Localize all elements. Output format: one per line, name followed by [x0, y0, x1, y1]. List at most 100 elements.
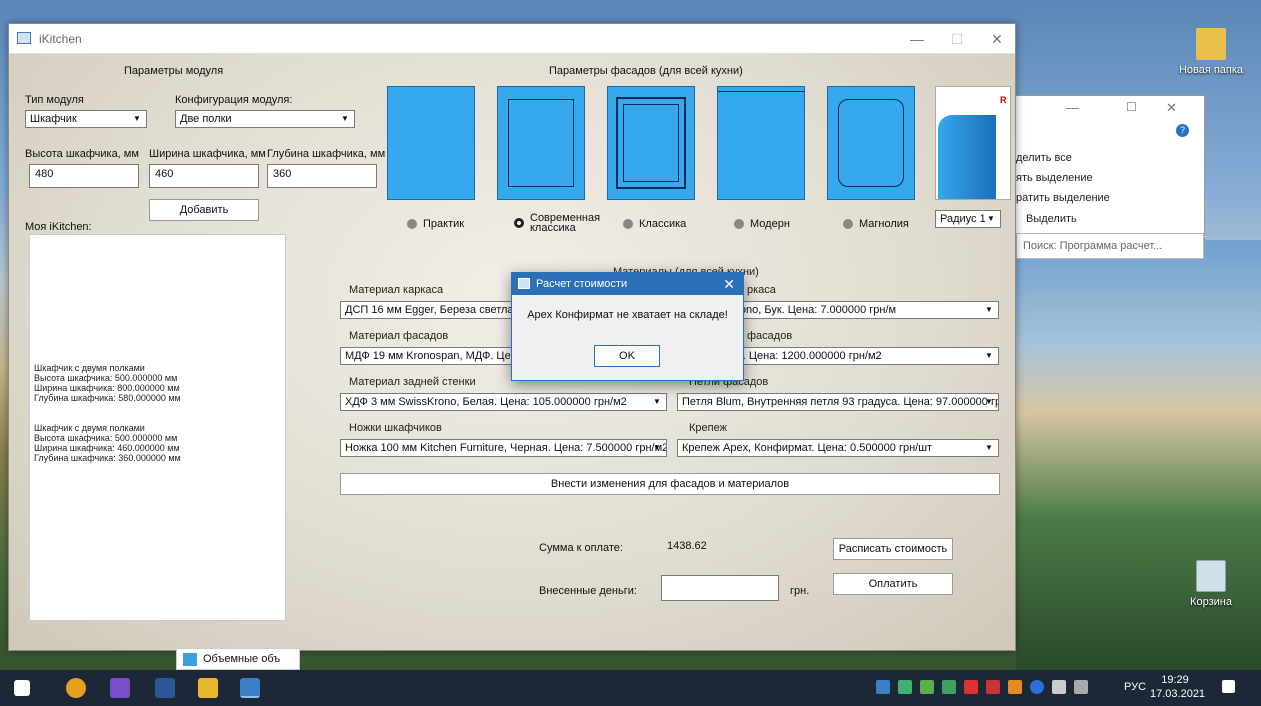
list-item-line: Ширина шкафчика: 800.000000 мм	[34, 383, 180, 393]
ikitchen-taskbar-icon[interactable]	[240, 678, 260, 698]
close-button[interactable]: ✕	[977, 24, 1015, 54]
taskbar-preview[interactable]: Объемные объ	[176, 648, 300, 670]
tray-icon[interactable]	[898, 680, 912, 694]
windows-start-icon[interactable]	[14, 680, 30, 696]
dialog-ok-button[interactable]: OK	[594, 345, 660, 367]
tray-icon[interactable]	[964, 680, 978, 694]
legs-select[interactable]: Ножка 100 мм Kitchen Furniture, Черная. …	[340, 439, 667, 457]
chrome-icon[interactable]	[66, 678, 86, 698]
volume-icon[interactable]	[1074, 680, 1088, 694]
radius-mark: R	[1000, 95, 1007, 105]
config-value: Две полки	[180, 113, 232, 125]
recycle-bin-label: Корзина	[1190, 596, 1232, 608]
explorer-window: — ☐ ✕ ? делить все ять выделение ратить …	[1005, 95, 1206, 247]
explorer-maximize[interactable]: ☐	[1126, 100, 1137, 114]
explorer-item[interactable]: делить все	[1016, 152, 1072, 164]
tray-icon[interactable]	[1008, 680, 1022, 694]
chevron-down-icon: ▼	[133, 114, 141, 123]
bluetooth-icon[interactable]	[1030, 680, 1044, 694]
dialog-message: Apex Конфирмат не хватает на складе!	[527, 309, 728, 321]
currency-label: грн.	[790, 585, 810, 597]
paid-label: Внесенные деньги:	[539, 585, 637, 597]
radio-label: Практик	[423, 218, 465, 230]
width-label: Ширина шкафчика, мм	[149, 148, 266, 160]
radio-label: Магнолия	[859, 218, 909, 230]
chevron-down-icon: ▼	[985, 351, 993, 360]
dialog-close-button[interactable]: ✕	[723, 273, 735, 295]
tray-icon[interactable]	[876, 680, 890, 694]
radio-practik[interactable]: Практик	[404, 217, 465, 232]
width-input[interactable]: 460	[149, 164, 259, 188]
network-icon[interactable]	[1052, 680, 1066, 694]
back-select[interactable]: ХДФ 3 мм SwissKrono, Белая. Цена: 105.00…	[340, 393, 667, 411]
fastener-select[interactable]: Крепеж Apex, Конфирмат. Цена: 0.500000 г…	[677, 439, 999, 457]
radio-dot	[620, 217, 636, 232]
app-icon	[518, 278, 530, 289]
file-explorer-icon[interactable]	[198, 678, 218, 698]
radio-magnolia[interactable]: Магнолия	[840, 217, 909, 232]
radio-classic[interactable]: Классика	[620, 217, 686, 232]
facade-modern[interactable]	[717, 86, 805, 200]
list-item-line: Высота шкафчика: 500.000000 мм	[34, 373, 178, 383]
explorer-item[interactable]: ять выделение	[1016, 172, 1093, 184]
chevron-down-icon: ▼	[985, 397, 993, 406]
add-button[interactable]: Добавить	[149, 199, 259, 221]
notifications-icon[interactable]	[1222, 680, 1235, 693]
explorer-search-input[interactable]: Поиск: Программа расчет...	[1016, 233, 1204, 259]
3d-objects-icon	[183, 653, 197, 666]
facade-modern-classic[interactable]	[497, 86, 585, 200]
explorer-minimize[interactable]: —	[1066, 100, 1079, 115]
cost-dialog: Расчет стоимости ✕ Apex Конфирмат не хва…	[511, 272, 744, 381]
height-label: Высота шкафчика, мм	[25, 148, 139, 160]
radio-dot	[840, 217, 856, 232]
visual-studio-icon[interactable]	[110, 678, 130, 698]
sum-label: Сумма к оплате:	[539, 542, 623, 554]
list-item[interactable]: Шкафчик с двумя полками Высота шкафчика:…	[30, 423, 181, 463]
clock[interactable]: 19:29 17.03.2021	[1150, 673, 1205, 701]
desktop-folder-label: Новая папка	[1178, 64, 1244, 76]
dialog-title: Расчет стоимости	[536, 278, 628, 290]
paid-input[interactable]	[661, 575, 779, 601]
back-label: Материал задней стенки	[349, 376, 476, 388]
radius-select[interactable]: Радиус 1 ▼	[935, 210, 1001, 228]
desktop-folder[interactable]: Новая папка	[1176, 28, 1246, 76]
pay-button[interactable]: Оплатить	[833, 573, 953, 595]
facade-classic[interactable]	[607, 86, 695, 200]
facade-magnolia[interactable]	[827, 86, 915, 200]
facade-material-value: МДФ 19 мм Kronospan, МДФ. Цена: 1	[345, 350, 536, 362]
radius-edge	[938, 115, 996, 199]
height-input[interactable]: 480	[29, 164, 139, 188]
apply-materials-button[interactable]: Внести изменения для фасадов и материало…	[340, 473, 1000, 495]
help-icon[interactable]: ?	[1176, 124, 1189, 137]
list-item-line: Шкафчик с двумя полками	[34, 423, 145, 433]
type-select[interactable]: Шкафчик ▼	[25, 110, 147, 128]
maximize-button[interactable]: ☐	[937, 24, 977, 54]
explorer-item[interactable]: ратить выделение	[1016, 192, 1110, 204]
kitchen-list[interactable]: Шкафчик с двумя полками Высота шкафчика:…	[29, 234, 286, 621]
edge-label: ркаса	[747, 284, 776, 296]
list-item-line: Высота шкафчика: 500.000000 мм	[34, 433, 178, 443]
detail-cost-button[interactable]: Расписать стоимость	[833, 538, 953, 560]
explorer-close[interactable]: ✕	[1166, 100, 1177, 116]
depth-input[interactable]: 360	[267, 164, 377, 188]
facade-practik[interactable]	[387, 86, 475, 200]
legs-label: Ножки шкафчиков	[349, 422, 442, 434]
hinges-select[interactable]: Петля Blum, Внутренняя петля 93 градуса.…	[677, 393, 999, 411]
language-indicator[interactable]: РУС	[1124, 681, 1146, 693]
desktop-recycle-bin[interactable]: Корзина	[1176, 560, 1246, 608]
radio-modern-classic[interactable]: Современная классика	[511, 213, 600, 234]
word-icon[interactable]	[155, 678, 175, 698]
radio-modern[interactable]: Модерн	[731, 217, 790, 232]
fastener-label: Крепеж	[689, 422, 727, 434]
window-title: iKitchen	[39, 32, 82, 46]
minimize-button[interactable]: —	[897, 24, 937, 54]
explorer-item[interactable]: Выделить	[1026, 213, 1077, 225]
list-item-line: Шкафчик с двумя полками	[34, 363, 145, 373]
config-select[interactable]: Две полки ▼	[175, 110, 355, 128]
tray-icon[interactable]	[920, 680, 934, 694]
tray-icon[interactable]	[986, 680, 1000, 694]
radio-dot	[731, 217, 747, 232]
dialog-title-bar: Расчет стоимости ✕	[512, 273, 743, 295]
tray-icon[interactable]	[942, 680, 956, 694]
list-item[interactable]: Шкафчик с двумя полками Высота шкафчика:…	[30, 363, 181, 403]
